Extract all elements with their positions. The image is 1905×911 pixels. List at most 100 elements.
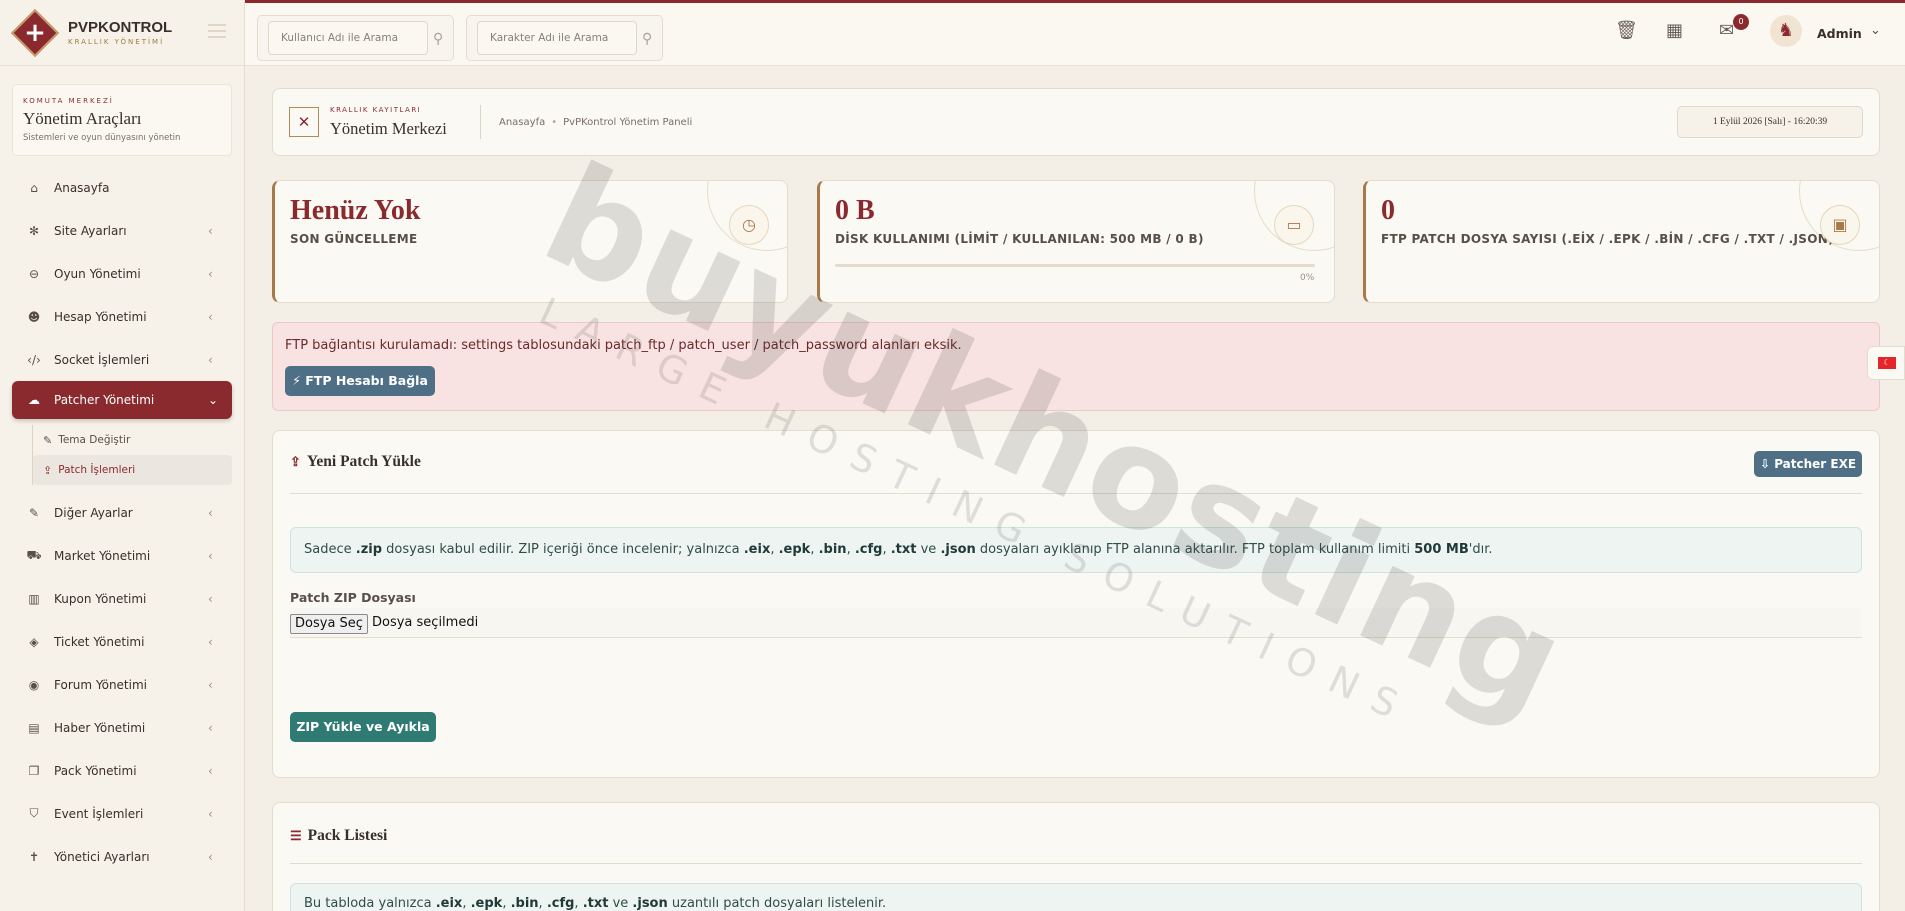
info-bold: .epk <box>470 896 503 911</box>
sidebar-item-label: Patcher Yönetimi <box>54 393 155 407</box>
breadcrumb-home[interactable]: Anasayfa <box>499 117 545 128</box>
chevron-down-icon[interactable]: ⌄ <box>1870 23 1881 38</box>
language-selector[interactable]: ☾ <box>1867 346 1905 380</box>
sidebar-item-pack-yonetimi[interactable]: ❐ Pack Yönetimi ‹ <box>0 749 244 792</box>
patcher-exe-button[interactable]: ⇩ Patcher EXE <box>1754 451 1862 477</box>
info-bold: .bin <box>510 896 539 911</box>
info-text: dosyaları ayıklanıp FTP alanına aktarılı… <box>975 542 1415 557</box>
chevron-left-icon: ‹ <box>208 849 213 864</box>
chevron-left-icon: ‹ <box>208 763 213 778</box>
calendar-icon[interactable]: ▦ <box>1666 20 1683 41</box>
info-bold: .txt <box>582 896 609 911</box>
divider <box>290 863 1862 864</box>
user-name[interactable]: Admin <box>1817 26 1862 41</box>
ftp-error-alert: FTP bağlantısı kurulamadı: settings tabl… <box>272 322 1880 411</box>
sidebar-item-patcher-yonetimi[interactable]: ☁ Patcher Yönetimi ⌄ <box>12 381 232 419</box>
info-bold: .cfg <box>854 542 883 557</box>
close-icon[interactable]: ✕ <box>289 107 319 137</box>
hdd-icon: ▭ <box>1274 205 1314 245</box>
gamepad-icon: ⊖ <box>28 266 40 281</box>
info-bold: .eix <box>743 542 771 557</box>
pack-info-box: Bu tabloda yalnızca .eix, .epk, .bin, .c… <box>290 883 1862 911</box>
sidebar-item-market-yonetimi[interactable]: ⛟ Market Yönetimi ‹ <box>0 534 244 577</box>
sidebar-item-event-islemleri[interactable]: ⛉ Event İşlemleri ‹ <box>0 792 244 835</box>
sidebar-item-label: Market Yönetimi <box>54 548 151 563</box>
sidebar-item-haber-yonetimi[interactable]: ▤ Haber Yönetimi ‹ <box>0 706 244 749</box>
users-icon: ☻ <box>27 309 41 324</box>
pack-panel-title: ☰ Pack Listesi <box>290 827 387 845</box>
header-divider <box>480 105 481 139</box>
disk-progress-bar <box>835 264 1315 267</box>
pack-list-panel: ☰ Pack Listesi Bu tabloda yalnızca .eix, … <box>272 802 1880 911</box>
sidebar-item-label: Ticket Yönetimi <box>54 634 145 649</box>
stat-label: FTP PATCH DOSYA SAYISI (.EİX / .EPK / .B… <box>1381 232 1834 246</box>
sidebar-item-kupon-yonetimi[interactable]: ▥ Kupon Yönetimi ‹ <box>0 577 244 620</box>
info-bold: 500 MB <box>1414 542 1469 557</box>
clock-icon: ◷ <box>729 205 769 245</box>
sidebar-item-hesap-yonetimi[interactable]: ☻ Hesap Yönetimi ‹ <box>0 295 244 338</box>
upload-icon: ⇪ <box>290 454 301 469</box>
topbar: Kullanıcı Adı ile Arama ⚲ Karakter Adı i… <box>245 3 1905 66</box>
ftp-connect-button[interactable]: ⚡ FTP Hesabı Bağla <box>285 366 435 396</box>
chevron-left-icon: ‹ <box>208 309 213 324</box>
menu-toggle-icon[interactable] <box>208 24 226 38</box>
sidebar-item-label: Haber Yönetimi <box>54 720 146 735</box>
sidebar-item-site-ayarlari[interactable]: ✻ Site Ayarları ‹ <box>0 209 244 252</box>
cart-icon: ⛟ <box>26 547 42 562</box>
sidebar-subitem-patch-islemleri[interactable]: ⇪ Patch İşlemleri <box>33 455 232 485</box>
barcode-icon: ▥ <box>28 591 40 606</box>
info-text: , <box>538 896 547 911</box>
stat-card-ftp-file-count: 0 FTP PATCH DOSYA SAYISI (.EİX / .EPK / … <box>1363 180 1880 303</box>
command-kicker: KOMUTA MERKEZİ <box>23 97 114 105</box>
page-title: Yönetim Merkezi <box>330 119 447 138</box>
search-icon[interactable]: ⚲ <box>433 31 443 47</box>
chevron-left-icon: ‹ <box>208 352 213 367</box>
info-text: , <box>502 896 511 911</box>
info-text: , <box>810 542 819 557</box>
turkey-flag-icon: ☾ <box>1878 357 1896 369</box>
sidebar-item-yonetici-ayarlari[interactable]: ✝ Yönetici Ayarları ‹ <box>0 835 244 878</box>
info-text: 'dır. <box>1468 542 1493 557</box>
sidebar-item-oyun-yonetimi[interactable]: ⊖ Oyun Yönetimi ‹ <box>0 252 244 295</box>
sidebar-subitem-tema-degistir[interactable]: ✎ Tema Değiştir <box>33 425 232 455</box>
choose-file-button[interactable]: Dosya Seç <box>290 614 368 634</box>
sidebar-item-ticket-yonetimi[interactable]: ◈ Ticket Yönetimi ‹ <box>0 620 244 663</box>
notification-badge: 0 <box>1733 14 1749 30</box>
alert-text: FTP bağlantısı kurulamadı: settings tabl… <box>285 338 962 353</box>
command-description: Sistemleri ve oyun dünyasını yönetin <box>23 133 181 143</box>
command-box: KOMUTA MERKEZİ Yönetim Araçları Sistemle… <box>12 84 232 156</box>
info-bold: .txt <box>890 542 917 557</box>
zip-upload-button[interactable]: ZIP Yükle ve Ayıkla <box>290 712 436 742</box>
character-search-box: Karakter Adı ile Arama ⚲ <box>466 15 663 61</box>
list-icon: ☰ <box>290 828 302 843</box>
chevron-left-icon: ‹ <box>208 677 213 692</box>
ftp-connect-label: FTP Hesabı Bağla <box>305 373 428 388</box>
sidebar-item-diger-ayarlar[interactable]: ✎ Diğer Ayarlar ‹ <box>0 491 244 534</box>
info-text: Sadece <box>304 542 356 557</box>
sidebar-item-label: Anasayfa <box>54 180 110 195</box>
stat-card-last-update: Henüz Yok SON GÜNCELLEME ◷ <box>272 180 788 303</box>
stat-value: Henüz Yok <box>290 195 421 226</box>
sidebar-item-anasayfa[interactable]: ⌂ Anasayfa <box>0 166 244 209</box>
breadcrumb: Anasayfa • PvPKontrol Yönetim Paneli <box>499 117 693 128</box>
search-icon[interactable]: ⚲ <box>642 31 652 47</box>
chevron-left-icon: ‹ <box>208 634 213 649</box>
sidebar-item-socket-islemleri[interactable]: ‹/› Socket İşlemleri ‹ <box>0 338 244 381</box>
archive-icon: ▣ <box>1820 205 1860 245</box>
sidebar-item-label: Yönetici Ayarları <box>54 849 150 864</box>
info-text: ve <box>608 896 633 911</box>
info-text: dosyası kabul edilir. ZIP içeriği önce i… <box>382 542 744 557</box>
user-search-box: Kullanıcı Adı ile Arama ⚲ <box>257 15 454 61</box>
user-search-input[interactable]: Kullanıcı Adı ile Arama <box>268 21 428 55</box>
wrench-icon: ✎ <box>28 505 40 520</box>
sidebar-item-forum-yonetimi[interactable]: ◉ Forum Yönetimi ‹ <box>0 663 244 706</box>
avatar[interactable]: ♞ <box>1770 15 1802 47</box>
brand-subtitle: KRALLIK YÖNETİMİ <box>68 38 165 46</box>
character-search-input[interactable]: Karakter Adı ile Arama <box>477 21 637 55</box>
brand-title: PVPKONTROL <box>68 19 173 36</box>
envelope-icon[interactable]: ✉ <box>1719 20 1734 41</box>
trash-icon[interactable]: 🗑 <box>1615 20 1638 41</box>
upload-panel-title: ⇪ Yeni Patch Yükle <box>290 453 421 471</box>
sidebar-item-label: Pack Yönetimi <box>54 763 137 778</box>
info-text: , <box>574 896 583 911</box>
